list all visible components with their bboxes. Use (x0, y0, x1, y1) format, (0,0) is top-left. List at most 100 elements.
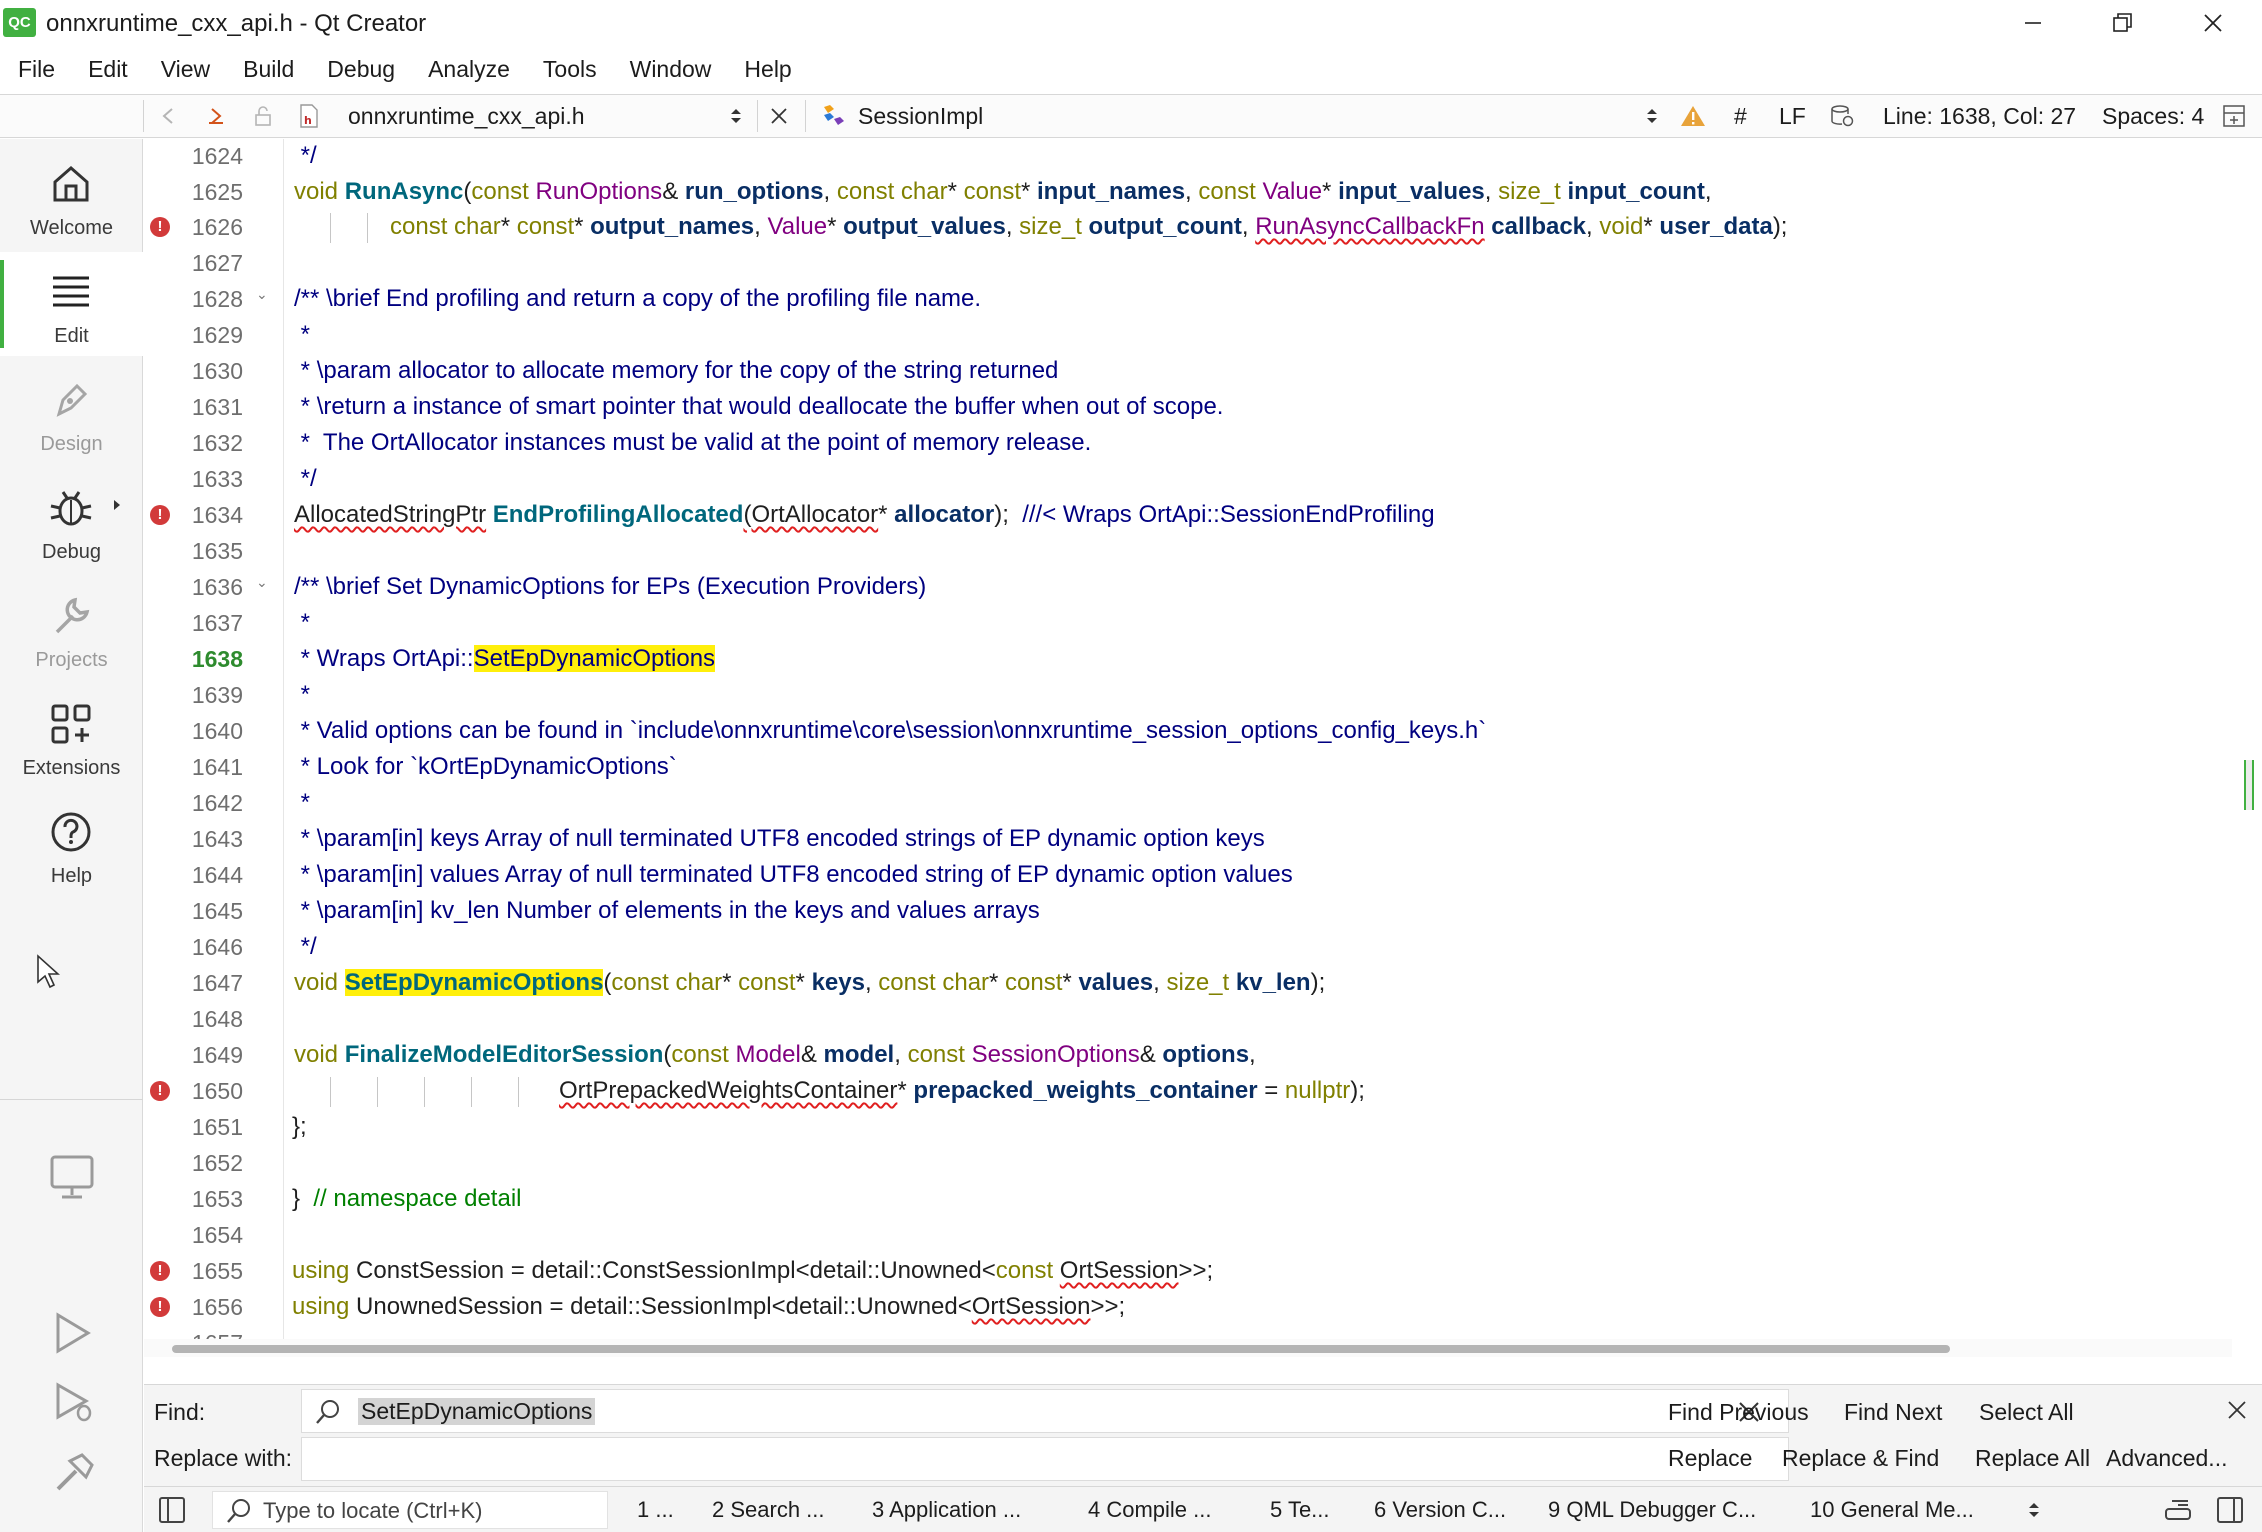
output-pane-general-messages[interactable]: 10 General Me... (1810, 1497, 1974, 1523)
replace-and-find-button[interactable]: Replace & Find (1782, 1445, 1939, 1472)
output-pane-issues[interactable]: 1 ... (637, 1497, 674, 1523)
mode-help[interactable]: Help (0, 792, 143, 896)
replace-all-button[interactable]: Replace All (1975, 1445, 2090, 1472)
updown-chevron-icon (731, 109, 741, 123)
code-line: ! 1656 using UnownedSession = detail::Se… (144, 1289, 2232, 1325)
code-text: void RunAsync(const RunOptions& run_opti… (294, 178, 1712, 205)
split-editor-button[interactable] (2222, 95, 2246, 137)
indentation-label: Spaces: 4 (2102, 102, 2205, 129)
horizontal-scrollbar-thumb[interactable] (172, 1345, 1950, 1353)
go-forward-button[interactable] (206, 95, 228, 137)
symbol-combo[interactable]: SessionImpl (858, 95, 983, 137)
close-document-button[interactable] (768, 95, 790, 137)
line-number: 1625 (191, 179, 243, 205)
code-line: 1637 * (144, 605, 2232, 641)
menu-help[interactable]: Help (744, 52, 791, 88)
code-text: * The OrtAllocator instances must be val… (294, 429, 1092, 456)
file-lock-button[interactable] (252, 95, 274, 137)
warning-button[interactable] (1680, 95, 1706, 137)
replace-button[interactable]: Replace (1668, 1445, 1752, 1472)
cursor-position-button[interactable]: Line: 1638, Col: 27 (1883, 95, 2076, 137)
code-line: 1652 (144, 1145, 2232, 1181)
output-pane-version-control[interactable]: 6 Version C... (1374, 1497, 1506, 1523)
code-text: void FinalizeModelEditorSession(const Mo… (294, 1041, 1256, 1068)
window-title: onnxruntime_cxx_api.h - Qt Creator (46, 10, 427, 37)
code-text: using ConstSession = detail::ConstSessio… (292, 1257, 1214, 1284)
mode-extensions[interactable]: Extensions (0, 684, 143, 788)
code-line: 1628 ⌄ /** \brief End profiling and retu… (144, 281, 2232, 317)
find-next-button[interactable]: Find Next (1844, 1399, 1942, 1426)
output-pane-qml-debugger[interactable]: 9 QML Debugger C... (1548, 1497, 1756, 1523)
kit-selector-button[interactable] (0, 1139, 143, 1209)
menu-build[interactable]: Build (243, 52, 294, 88)
line-number: 1627 (191, 250, 243, 276)
line-number: 1633 (191, 466, 243, 492)
line-ending-button[interactable]: LF (1779, 95, 1806, 137)
unlock-icon (255, 106, 271, 126)
open-documents-combo[interactable]: onnxruntime_cxx_api.h (348, 95, 585, 137)
code-line: ! 1650 OrtPrepackedWeightsContainer* pre… (144, 1073, 2232, 1109)
hash-label: # (1734, 102, 1747, 129)
code-text: */ (294, 142, 317, 169)
close-icon (2204, 13, 2222, 32)
close-window-button[interactable] (2168, 0, 2258, 45)
code-editor[interactable]: 1624 */ 1625 void RunAsync(const RunOpti… (144, 139, 2232, 1357)
output-pane-compile[interactable]: 4 Compile ... (1088, 1497, 1212, 1523)
home-icon (53, 166, 89, 202)
extensions-icon (51, 704, 91, 744)
locator-input[interactable]: Type to locate (Ctrl+K) (212, 1491, 608, 1529)
indentation-button[interactable]: Spaces: 4 (2102, 95, 2204, 137)
find-previous-button[interactable]: Find Previous (1668, 1399, 1809, 1426)
code-line: 1627 (144, 245, 2232, 281)
updown-chevron-icon[interactable] (2026, 1498, 2042, 1522)
updown-chevron-icon (1647, 109, 1657, 123)
menu-debug[interactable]: Debug (327, 52, 395, 88)
fold-toggle-icon[interactable]: ⌄ (256, 574, 268, 591)
toggle-right-sidebar-icon[interactable] (2216, 1496, 2244, 1524)
restore-button[interactable] (2078, 0, 2168, 45)
mode-welcome[interactable]: Welcome (0, 144, 143, 248)
edit-icon (53, 276, 89, 307)
find-input[interactable]: SetEpDynamicOptions (301, 1389, 1789, 1433)
line-number: 1629 (191, 322, 243, 348)
code-line: 1624 */ (144, 139, 2232, 174)
line-number: 1624 (191, 143, 243, 169)
mode-edit[interactable]: Edit (0, 252, 143, 356)
mode-projects[interactable]: Projects (0, 576, 143, 680)
fold-toggle-icon[interactable]: ⌄ (256, 286, 268, 303)
progress-details-icon[interactable] (2164, 1497, 2194, 1523)
replace-input[interactable] (301, 1437, 1789, 1481)
go-back-button[interactable] (158, 95, 180, 137)
line-number: 1651 (191, 1114, 243, 1140)
code-line: 1630 * \param allocator to allocate memo… (144, 353, 2232, 389)
advanced-find-button[interactable]: Advanced... (2106, 1445, 2227, 1472)
close-find-bar-icon[interactable] (2224, 1397, 2250, 1423)
output-pane-search[interactable]: 2 Search ... (712, 1497, 825, 1523)
vertical-scrollbar-marker[interactable] (2244, 760, 2254, 810)
code-text: */ (294, 933, 317, 960)
menu-window[interactable]: Window (630, 52, 712, 88)
run-button[interactable] (0, 1297, 143, 1367)
output-pane-tests[interactable]: 5 Te... (1270, 1497, 1330, 1523)
menu-edit[interactable]: Edit (88, 52, 128, 88)
output-pane-application[interactable]: 3 Application ... (872, 1497, 1021, 1523)
preprocessor-button[interactable]: # (1734, 95, 1747, 137)
symbol-dropdown[interactable] (1644, 95, 1660, 137)
minimize-button[interactable] (1988, 0, 2078, 45)
select-all-button[interactable]: Select All (1979, 1399, 2074, 1426)
menu-analyze[interactable]: Analyze (428, 52, 510, 88)
encoding-button[interactable] (1829, 95, 1855, 137)
build-button[interactable] (0, 1437, 143, 1507)
menu-file[interactable]: File (18, 52, 55, 88)
menu-view[interactable]: View (161, 52, 210, 88)
open-documents-dropdown[interactable] (728, 95, 744, 137)
line-number: 1631 (191, 394, 243, 420)
menu-tools[interactable]: Tools (543, 52, 597, 88)
current-file-name: onnxruntime_cxx_api.h (348, 102, 585, 129)
mode-debug[interactable]: Debug (0, 468, 143, 572)
editor-toolbar: h onnxruntime_cxx_api.h SessionImpl # LF… (0, 94, 2262, 138)
start-debugging-button[interactable] (0, 1367, 143, 1437)
line-number: 1653 (191, 1186, 243, 1212)
toggle-sidebar-icon[interactable] (158, 1496, 186, 1524)
mode-design[interactable]: Design (0, 360, 143, 464)
